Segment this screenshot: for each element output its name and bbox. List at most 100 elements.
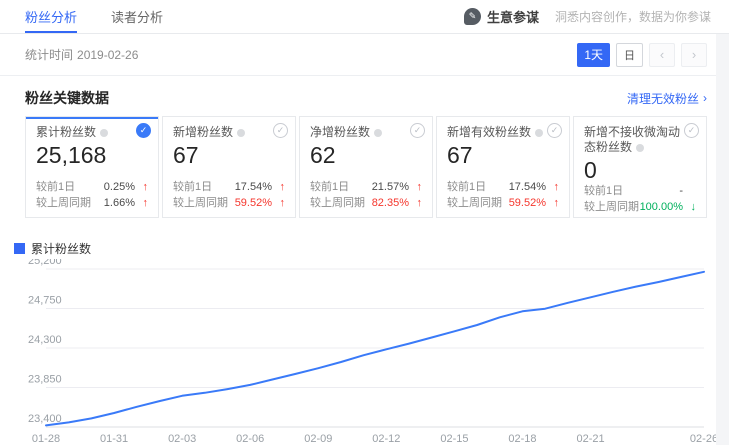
stat-time-label: 统计时间 xyxy=(25,48,73,62)
x-axis-label: 02-09 xyxy=(304,433,332,445)
metric-value: 1.66% xyxy=(104,195,135,211)
prev-day-button[interactable]: ‹ xyxy=(649,43,675,67)
date-range-controls: 1天 日 ‹ › xyxy=(577,43,707,67)
metric-label: 较前1日 xyxy=(310,179,349,195)
trend-up-icon: ↑ xyxy=(135,195,148,211)
metric-card-net-new-fans[interactable]: ✓ 净增粉丝数 62 较前1日 21.57% ↑ 较上周同期 82.35% ↑ xyxy=(299,116,433,218)
metric-card-new-fans[interactable]: ✓ 新增粉丝数 67 较前1日 17.54% ↑ 较上周同期 59.52% ↑ xyxy=(162,116,296,218)
next-day-button[interactable]: › xyxy=(681,43,707,67)
x-axis-label: 02-26 xyxy=(690,433,718,445)
trend-up-icon: ↑ xyxy=(135,179,148,195)
metric-card-new-no-weitao-fans[interactable]: ✓ 新增不接收微淘动态粉丝数 0 较前1日 - 较上周同期 100.00% ↓ xyxy=(573,116,707,218)
metric-row: 较前1日 - xyxy=(584,183,696,199)
card-title: 新增有效粉丝数 xyxy=(447,125,531,139)
card-check-icon[interactable]: ✓ xyxy=(136,123,151,138)
chevron-left-icon: ‹ xyxy=(660,47,664,62)
unit-day-button[interactable]: 日 xyxy=(616,43,643,67)
card-title: 净增粉丝数 xyxy=(310,125,370,139)
fans-trend-chart: 23,40023,85024,30024,75025,20001-2801-31… xyxy=(14,259,720,445)
series-line-cumulative-fans xyxy=(46,272,704,426)
stat-time: 统计时间 2019-02-26 xyxy=(25,46,138,63)
card-check-icon[interactable]: ✓ xyxy=(684,123,699,138)
metric-row: 较上周同期 100.00% ↓ xyxy=(584,199,696,215)
legend-label: 累计粉丝数 xyxy=(31,240,91,257)
y-axis-label: 23,850 xyxy=(28,374,62,386)
metric-card-cumulative-fans[interactable]: ✓ 累计粉丝数 25,168 较前1日 0.25% ↑ 较上周同期 1.66% … xyxy=(25,116,159,218)
card-check-icon[interactable]: ✓ xyxy=(547,123,562,138)
trend-up-icon: ↑ xyxy=(272,179,285,195)
brand: ✎ 生意参谋 洞悉内容创作，数据为你参谋 xyxy=(464,0,711,33)
trend-up-icon: ↑ xyxy=(546,195,559,211)
chart-legend[interactable]: 累计粉丝数 xyxy=(0,230,729,259)
trend-up-icon: ↑ xyxy=(546,179,559,195)
metric-value: 59.52% xyxy=(509,195,546,211)
top-tab-bar: 粉丝分析 读者分析 ✎ 生意参谋 洞悉内容创作，数据为你参谋 xyxy=(0,0,729,34)
brand-slogan: 洞悉内容创作，数据为你参谋 xyxy=(555,8,711,25)
metric-value: 21.57% xyxy=(372,179,409,195)
metric-label: 较前1日 xyxy=(173,179,212,195)
x-axis-label: 02-15 xyxy=(440,433,468,445)
clean-invalid-fans-link[interactable]: 清理无效粉丝 › xyxy=(627,90,707,107)
info-dot-icon xyxy=(535,129,543,137)
metric-row: 较前1日 17.54% ↑ xyxy=(447,179,559,195)
trend-down-icon: ↓ xyxy=(683,199,696,215)
metric-label: 较前1日 xyxy=(584,183,623,199)
info-dot-icon xyxy=(237,129,245,137)
metric-row: 较上周同期 1.66% ↑ xyxy=(36,195,148,211)
card-value: 0 xyxy=(584,157,696,183)
card-check-icon[interactable]: ✓ xyxy=(410,123,425,138)
metric-value: 0.25% xyxy=(104,179,135,195)
metric-label: 较上周同期 xyxy=(36,195,91,211)
x-axis-label: 01-31 xyxy=(100,433,128,445)
metric-value: 17.54% xyxy=(509,179,546,195)
fans-key-data-section-header: 粉丝关键数据 清理无效粉丝 › xyxy=(0,76,729,114)
info-dot-icon xyxy=(636,144,644,152)
metric-label: 较前1日 xyxy=(36,179,75,195)
y-axis-label: 24,750 xyxy=(28,295,62,307)
metric-row: 较上周同期 59.52% ↑ xyxy=(173,195,285,211)
trend-up-icon: ↑ xyxy=(409,179,422,195)
card-title: 新增粉丝数 xyxy=(173,125,233,139)
metric-label: 较上周同期 xyxy=(447,195,502,211)
card-value: 25,168 xyxy=(36,142,148,168)
metric-label: 较前1日 xyxy=(447,179,486,195)
tab-fans-analysis[interactable]: 粉丝分析 xyxy=(25,0,77,33)
page-background-strip xyxy=(716,34,729,445)
metric-label: 较上周同期 xyxy=(173,195,228,211)
y-axis-label: 24,300 xyxy=(28,334,62,346)
stat-date: 2019-02-26 xyxy=(77,48,138,62)
card-check-icon[interactable]: ✓ xyxy=(273,123,288,138)
metric-value: 100.00% xyxy=(640,199,683,215)
y-axis-label: 25,200 xyxy=(28,259,62,267)
metric-value: 82.35% xyxy=(372,195,409,211)
tab-reader-analysis[interactable]: 读者分析 xyxy=(111,0,163,33)
metric-label: 较上周同期 xyxy=(584,199,639,215)
info-dot-icon xyxy=(374,129,382,137)
metric-row: 较前1日 0.25% ↑ xyxy=(36,179,148,195)
metric-cards-row: ✓ 累计粉丝数 25,168 较前1日 0.25% ↑ 较上周同期 1.66% … xyxy=(0,114,729,230)
x-axis-label: 02-21 xyxy=(576,433,604,445)
card-value: 67 xyxy=(447,142,559,168)
metric-label: 较上周同期 xyxy=(310,195,365,211)
metric-card-new-valid-fans[interactable]: ✓ 新增有效粉丝数 67 较前1日 17.54% ↑ 较上周同期 59.52% … xyxy=(436,116,570,218)
metric-row: 较上周同期 82.35% ↑ xyxy=(310,195,422,211)
card-value: 67 xyxy=(173,142,285,168)
metric-row: 较前1日 21.57% ↑ xyxy=(310,179,422,195)
trend-up-icon: ↑ xyxy=(409,195,422,211)
metric-value: 59.52% xyxy=(235,195,272,211)
x-axis-label: 01-28 xyxy=(32,433,60,445)
metric-row: 较前1日 17.54% ↑ xyxy=(173,179,285,195)
clean-invalid-fans-label: 清理无效粉丝 xyxy=(627,90,699,107)
info-dot-icon xyxy=(100,129,108,137)
card-title: 新增不接收微淘动态粉丝数 xyxy=(584,125,680,154)
chart-area: 23,40023,85024,30024,75025,20001-2801-31… xyxy=(0,259,729,445)
x-axis-label: 02-12 xyxy=(372,433,400,445)
trend-up-icon: ↑ xyxy=(272,195,285,211)
chevron-right-icon: › xyxy=(703,91,707,105)
x-axis-label: 02-06 xyxy=(236,433,264,445)
chevron-right-icon: › xyxy=(692,47,696,62)
card-title: 累计粉丝数 xyxy=(36,125,96,139)
metric-value: - xyxy=(679,183,683,199)
range-1day-button[interactable]: 1天 xyxy=(577,43,610,67)
section-title: 粉丝关键数据 xyxy=(25,88,109,108)
